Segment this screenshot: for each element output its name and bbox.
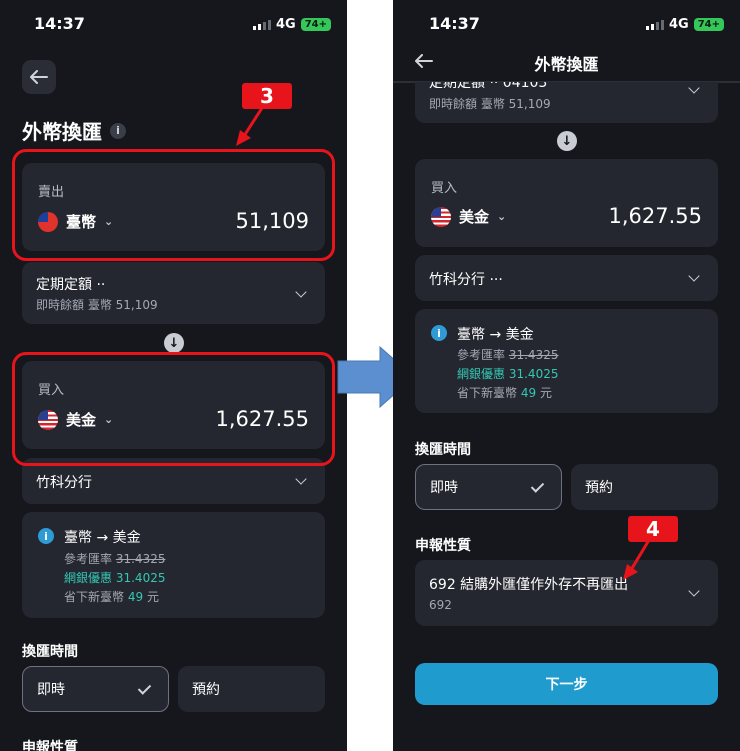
- reference-rate-value: 31.4325: [115, 552, 166, 566]
- declaration-title: 申報性質: [22, 740, 78, 751]
- next-button[interactable]: 下一步: [415, 663, 718, 705]
- buy-amount[interactable]: 1,627.55: [608, 204, 702, 228]
- annotation-arrow-icon: [623, 539, 651, 580]
- online-rate-label: 網銀優惠: [64, 571, 113, 585]
- buy-label: 買入: [431, 181, 458, 196]
- declaration-code: 692: [429, 598, 452, 612]
- header-cover: 外幣換匯: [393, 40, 740, 82]
- status-bar-right: 4G 74+: [646, 17, 725, 32]
- reference-rate-row: 參考匯率 31.4325: [457, 346, 558, 363]
- account-balance: 即時餘額 臺幣 51,109: [429, 97, 551, 111]
- exchange-time-scheduled[interactable]: 預約: [178, 666, 325, 712]
- battery-icon: 74+: [693, 18, 725, 31]
- reference-rate-label: 參考匯率: [457, 348, 506, 362]
- check-icon: [530, 479, 545, 493]
- online-rate-row: 網銀優惠 31.4025: [64, 569, 165, 586]
- branch-name: 竹科分行 ···: [429, 272, 503, 288]
- savings-unit: 元: [146, 590, 159, 604]
- arrow-down-circle-icon: ↓: [164, 333, 184, 353]
- left-phone-screenshot: 14:37 4G 74+ 外幣換匯 i 賣出 臺幣 ⌄ 51,109 定期定額 …: [0, 0, 347, 751]
- immediate-label: 即時: [430, 480, 458, 496]
- scheduled-label: 預約: [585, 480, 613, 496]
- rate-info-card: i 臺幣 → 美金 參考匯率 31.4325 網銀優惠 31.4025 省下新臺…: [415, 309, 718, 413]
- online-rate-label: 網銀優惠: [457, 367, 506, 381]
- exchange-time-title: 換匯時間: [22, 644, 78, 660]
- arrow-down-circle-icon: ↓: [557, 131, 577, 151]
- annotation-box-buy: [12, 352, 335, 466]
- savings-amount: 49: [520, 386, 537, 400]
- online-rate-value: 31.4025: [508, 367, 559, 381]
- account-card[interactable]: 定期定額 ·· 即時餘額 臺幣 51,109: [22, 262, 325, 324]
- exchange-time-immediate[interactable]: 即時: [415, 464, 562, 510]
- exchange-time-title: 換匯時間: [415, 442, 471, 458]
- reference-rate-label: 參考匯率: [64, 552, 113, 566]
- info-icon: i: [38, 528, 54, 544]
- online-rate-value: 31.4025: [115, 571, 166, 585]
- scheduled-label: 預約: [192, 682, 220, 698]
- info-icon: i: [431, 325, 447, 341]
- status-time: 14:37: [34, 14, 85, 33]
- chevron-down-icon: [688, 82, 700, 94]
- immediate-label: 即時: [37, 682, 65, 698]
- info-icon[interactable]: i: [110, 122, 126, 139]
- back-arrow-icon: [30, 70, 48, 84]
- reference-rate-value: 31.4325: [508, 348, 559, 362]
- reference-rate-row: 參考匯率 31.4325: [64, 550, 165, 567]
- battery-icon: 74+: [300, 18, 332, 31]
- status-bar-right: 4G 74+: [253, 17, 332, 32]
- us-flag-icon: [431, 206, 451, 227]
- rate-pair: 臺幣 → 美金: [457, 327, 534, 343]
- savings-prefix: 省下新臺幣: [64, 590, 125, 604]
- savings-prefix: 省下新臺幣: [457, 386, 518, 400]
- chevron-down-icon: [688, 585, 700, 597]
- declaration-value: 692 結購外匯僅作外存不再匯出: [429, 577, 629, 593]
- chevron-down-icon: [295, 473, 307, 485]
- page-title-row: 外幣換匯 i: [22, 116, 126, 145]
- right-phone-screenshot: 14:37 4G 74+ 外幣換匯 定期定額 ·· 04103 即時餘額 臺幣 …: [393, 0, 740, 751]
- status-time: 14:37: [429, 14, 480, 33]
- branch-card[interactable]: 竹科分行 ···: [415, 255, 718, 301]
- signal-icon: [646, 19, 664, 30]
- declaration-title: 申報性質: [415, 538, 471, 554]
- chevron-down-icon: [295, 286, 307, 298]
- savings-row: 省下新臺幣 49 元: [457, 384, 552, 401]
- chevron-down-icon: [688, 270, 700, 282]
- declaration-selector[interactable]: 692 結購外匯僅作外存不再匯出 692: [415, 560, 718, 626]
- rate-pair: 臺幣 → 美金: [64, 530, 141, 546]
- branch-name: 竹科分行: [36, 475, 92, 491]
- exchange-time-scheduled[interactable]: 預約: [571, 464, 718, 510]
- check-icon: [137, 681, 152, 695]
- network-label: 4G: [669, 17, 689, 32]
- savings-amount: 49: [127, 590, 144, 604]
- account-name: 定期定額 ··: [36, 277, 106, 293]
- header-title-visible: 外幣換匯: [534, 55, 599, 74]
- rate-info-card: i 臺幣 → 美金 參考匯率 31.4325 網銀優惠 31.4025 省下新臺…: [22, 512, 325, 618]
- online-rate-row: 網銀優惠 31.4025: [457, 365, 558, 382]
- exchange-time-immediate[interactable]: 即時: [22, 666, 169, 712]
- annotation-box-sell: [12, 149, 335, 261]
- network-label: 4G: [276, 17, 296, 32]
- back-button[interactable]: [22, 60, 56, 94]
- signal-icon: [253, 19, 271, 30]
- buy-currency: 美金: [459, 208, 490, 226]
- page-title: 外幣換匯: [22, 120, 102, 144]
- savings-row: 省下新臺幣 49 元: [64, 588, 159, 605]
- chevron-down-icon: ⌄: [497, 210, 507, 223]
- buy-card[interactable]: 買入 美金 ⌄ 1,627.55: [415, 159, 718, 247]
- savings-unit: 元: [539, 386, 552, 400]
- account-balance: 即時餘額 臺幣 51,109: [36, 298, 158, 312]
- annotation-arrow-icon: [236, 107, 264, 146]
- buy-currency-selector[interactable]: 美金 ⌄: [431, 206, 506, 227]
